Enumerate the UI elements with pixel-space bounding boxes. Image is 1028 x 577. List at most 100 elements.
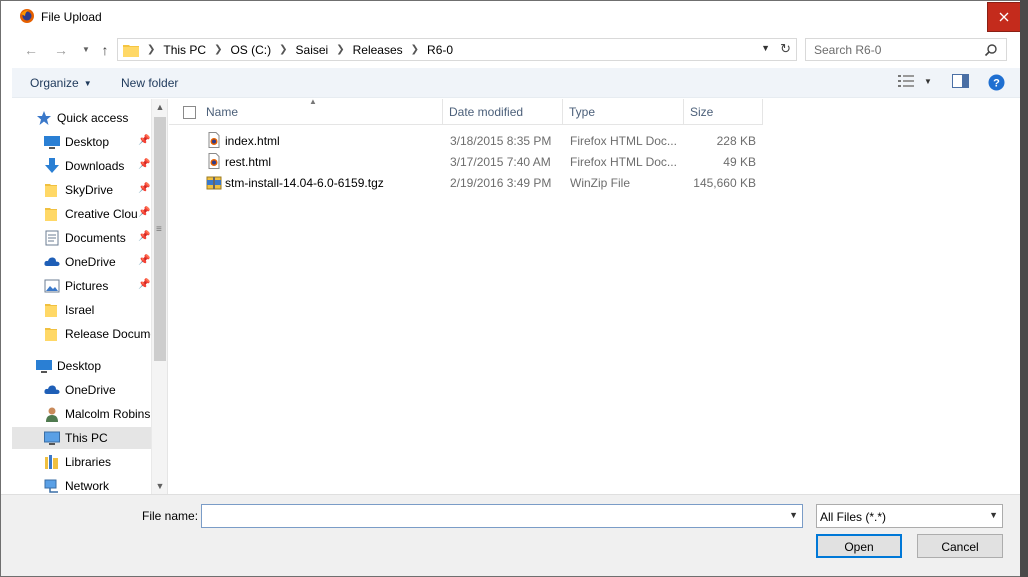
table-row[interactable]: stm-install-14.04-6.0-6159.tgz 2/19/2016… bbox=[169, 172, 769, 193]
change-view-button[interactable] bbox=[898, 74, 914, 91]
breadcrumb-releases[interactable]: Releases bbox=[353, 43, 403, 57]
nav-item-desktop-root[interactable]: Desktop bbox=[12, 355, 152, 377]
file-size: 145,660 KB bbox=[693, 176, 756, 190]
file-date: 3/17/2015 7:40 AM bbox=[450, 155, 551, 169]
cloud-icon bbox=[44, 385, 60, 394]
scroll-down-icon[interactable]: ▼ bbox=[152, 478, 167, 494]
computer-icon bbox=[44, 431, 60, 445]
nav-item-quick-access[interactable]: Quick access bbox=[12, 107, 152, 129]
nav-item-skydrive[interactable]: SkyDrive 📌 bbox=[12, 179, 152, 201]
firefox-icon bbox=[20, 9, 34, 23]
column-name-label: Name bbox=[206, 105, 239, 119]
nav-item-label: Creative Clou bbox=[65, 207, 138, 221]
breadcrumb: ❯ This PC ❯ OS (C:) ❯ Saisei ❯ Releases … bbox=[139, 43, 453, 57]
nav-item-release-documents[interactable]: Release Docume bbox=[12, 323, 157, 345]
nav-item-pictures[interactable]: Pictures 📌 bbox=[12, 275, 152, 297]
select-all-checkbox[interactable] bbox=[183, 106, 196, 119]
header-divider bbox=[169, 124, 763, 125]
open-button[interactable]: Open bbox=[816, 534, 902, 558]
up-arrow-icon[interactable]: ↑ bbox=[97, 42, 113, 58]
file-type: Firefox HTML Doc... bbox=[570, 155, 677, 169]
pin-icon: 📌 bbox=[138, 183, 151, 194]
breadcrumb-separator-icon[interactable]: ❯ bbox=[336, 44, 344, 55]
chevron-down-icon: ▼ bbox=[83, 79, 92, 88]
search-box[interactable] bbox=[805, 38, 1007, 61]
breadcrumb-this-pc[interactable]: This PC bbox=[163, 43, 206, 57]
scrollbar-thumb[interactable] bbox=[154, 117, 166, 361]
recent-locations-chevron-icon[interactable]: ▼ bbox=[78, 42, 94, 58]
chevron-down-icon: ▼ bbox=[989, 510, 998, 520]
scroll-up-icon[interactable]: ▲ bbox=[152, 99, 167, 115]
breadcrumb-separator-icon[interactable]: ❯ bbox=[214, 44, 222, 55]
nav-item-this-pc[interactable]: This PC bbox=[12, 427, 151, 449]
scrollbar-grip-icon: ≡ bbox=[156, 224, 162, 235]
html-file-icon bbox=[208, 153, 220, 169]
pin-icon: 📌 bbox=[138, 255, 151, 266]
file-type-filter-select[interactable]: All Files (*.*) ▼ bbox=[816, 504, 1003, 528]
pin-icon: 📌 bbox=[138, 135, 151, 146]
organize-label: Organize bbox=[30, 76, 79, 90]
breadcrumb-separator-icon[interactable]: ❯ bbox=[279, 44, 287, 55]
forward-arrow-icon[interactable]: → bbox=[53, 42, 69, 58]
folder-icon bbox=[45, 304, 57, 317]
nav-item-user[interactable]: Malcolm Robins bbox=[12, 403, 152, 425]
address-bar[interactable]: ❯ This PC ❯ OS (C:) ❯ Saisei ❯ Releases … bbox=[117, 38, 797, 61]
breadcrumb-separator-icon[interactable]: ❯ bbox=[411, 44, 419, 55]
breadcrumb-saisei[interactable]: Saisei bbox=[296, 43, 329, 57]
nav-item-documents[interactable]: Documents 📌 bbox=[12, 227, 152, 249]
file-name-combobox[interactable]: ▼ bbox=[201, 504, 803, 528]
organize-button[interactable]: Organize ▼ bbox=[30, 76, 92, 90]
file-date: 3/18/2015 8:35 PM bbox=[450, 134, 552, 148]
navigation-scrollbar[interactable]: ▲ ≡ ▼ bbox=[151, 99, 167, 494]
file-name-label: File name: bbox=[142, 509, 199, 523]
breadcrumb-os-c[interactable]: OS (C:) bbox=[230, 43, 271, 57]
file-size: 228 KB bbox=[716, 134, 756, 148]
view-options-chevron-icon[interactable]: ▼ bbox=[924, 77, 932, 86]
nav-item-label: Quick access bbox=[57, 111, 129, 125]
file-name-input[interactable] bbox=[206, 506, 781, 526]
file-upload-dialog: File Upload ← → ▼ ↑ ❯ This PC ❯ OS (C:) … bbox=[0, 0, 1028, 577]
documents-icon bbox=[45, 230, 59, 246]
search-icon[interactable] bbox=[984, 43, 998, 57]
nav-item-desktop[interactable]: Desktop 📌 bbox=[12, 131, 152, 153]
nav-item-network[interactable]: Network bbox=[12, 475, 152, 494]
nav-item-onedrive-root[interactable]: OneDrive bbox=[12, 379, 152, 401]
table-row[interactable]: rest.html 3/17/2015 7:40 AM Firefox HTML… bbox=[169, 151, 769, 172]
libraries-icon bbox=[45, 455, 58, 469]
new-folder-button[interactable]: New folder bbox=[121, 76, 178, 90]
nav-item-label: Network bbox=[65, 479, 110, 493]
help-button[interactable]: ? bbox=[988, 74, 1005, 94]
nav-item-label: Pictures bbox=[65, 279, 109, 293]
nav-item-downloads[interactable]: Downloads 📌 bbox=[12, 155, 152, 177]
nav-item-israel[interactable]: Israel bbox=[12, 299, 152, 321]
background-edge bbox=[1020, 0, 1028, 577]
nav-item-libraries[interactable]: Libraries bbox=[12, 451, 152, 473]
breadcrumb-separator-icon: ❯ bbox=[147, 44, 156, 55]
sort-ascending-icon: ▲ bbox=[309, 97, 317, 106]
column-header-name[interactable]: Name ▲ bbox=[169, 97, 443, 124]
desktop-icon bbox=[44, 136, 60, 149]
column-size-label: Size bbox=[690, 105, 714, 119]
back-arrow-icon[interactable]: ← bbox=[23, 42, 39, 58]
nav-item-onedrive[interactable]: OneDrive 📌 bbox=[12, 251, 152, 273]
refresh-icon[interactable]: ↻ bbox=[780, 41, 791, 57]
address-dropdown-icon[interactable]: ▼ bbox=[761, 43, 770, 53]
search-input[interactable] bbox=[812, 40, 982, 60]
cloud-icon bbox=[44, 257, 60, 266]
chevron-down-icon[interactable]: ▼ bbox=[789, 510, 798, 520]
nav-item-creative-cloud[interactable]: Creative Clou 📌 bbox=[12, 203, 152, 225]
breadcrumb-r6-0[interactable]: R6-0 bbox=[427, 43, 453, 57]
table-row[interactable]: index.html 3/18/2015 8:35 PM Firefox HTM… bbox=[169, 130, 769, 151]
user-icon bbox=[46, 407, 58, 422]
preview-pane-button[interactable] bbox=[952, 74, 969, 91]
folder-icon bbox=[45, 208, 57, 221]
file-date: 2/19/2016 3:49 PM bbox=[450, 176, 552, 190]
column-header-type[interactable]: Type bbox=[563, 99, 684, 124]
cancel-button[interactable]: Cancel bbox=[917, 534, 1003, 558]
column-header-date[interactable]: Date modified bbox=[443, 99, 563, 124]
nav-item-label: Desktop bbox=[65, 135, 110, 149]
pictures-icon bbox=[44, 279, 60, 293]
details-view-icon bbox=[898, 75, 914, 87]
close-button[interactable] bbox=[987, 2, 1021, 32]
column-header-size[interactable]: Size bbox=[684, 99, 763, 124]
